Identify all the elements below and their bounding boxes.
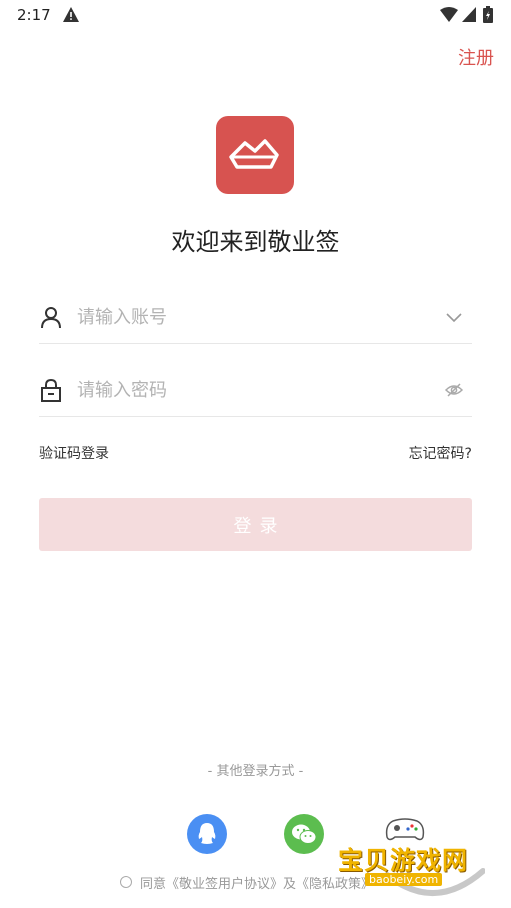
forgot-password-link[interactable]: 忘记密码? xyxy=(409,443,472,463)
account-input[interactable] xyxy=(77,299,417,335)
battery-icon xyxy=(483,6,493,23)
wechat-icon xyxy=(292,824,317,844)
password-field xyxy=(39,366,472,417)
password-input[interactable] xyxy=(77,372,417,408)
wechat-login-button[interactable] xyxy=(284,814,324,854)
welcome-title: 欢迎来到敬业签 xyxy=(171,228,340,256)
user-agreement-link[interactable]: 《敬业签用户协议》 xyxy=(166,873,283,892)
lock-icon xyxy=(41,378,61,402)
status-time: 2:17 xyxy=(17,6,51,24)
qq-login-button[interactable] xyxy=(187,814,227,854)
other-login-label: - 其他登录方式 - xyxy=(207,764,304,779)
login-screen: 2:17 注册 欢迎来到敬业签 请输入账号 验证码登录 忘记密码? 登录 - 其… xyxy=(0,0,511,908)
boat-logo-icon xyxy=(229,139,279,169)
status-bar: 2:17 xyxy=(0,0,511,30)
app-logo xyxy=(216,116,294,194)
watermark: 宝贝游戏网 baobeiy.com xyxy=(335,815,485,903)
warning-icon xyxy=(63,7,79,22)
gamepad-icon xyxy=(385,818,425,841)
cell-signal-icon xyxy=(462,7,476,22)
login-button[interactable]: 登录 xyxy=(39,498,472,551)
watermark-text: 宝贝游戏网 xyxy=(338,846,469,875)
qq-icon xyxy=(198,823,216,844)
agreement-joiner: 及 xyxy=(283,876,297,892)
eye-off-icon[interactable] xyxy=(444,380,464,400)
user-icon xyxy=(41,307,61,329)
account-field xyxy=(39,293,472,344)
code-login-link[interactable]: 验证码登录 xyxy=(39,443,109,463)
register-link[interactable]: 注册 xyxy=(458,44,494,70)
watermark-url: baobeiy.com xyxy=(365,873,443,886)
wifi-icon xyxy=(440,7,458,22)
agreement-prefix: 同意 xyxy=(140,876,167,892)
chevron-down-icon[interactable] xyxy=(444,307,464,327)
agree-radio[interactable] xyxy=(120,876,132,888)
